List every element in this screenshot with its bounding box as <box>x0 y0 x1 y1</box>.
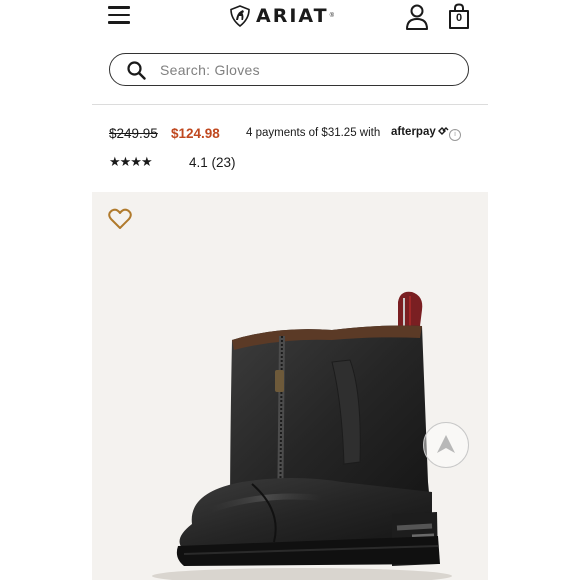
afterpay-label: afterpay <box>391 126 436 138</box>
installment-text: 4 payments of $31.25 with <box>246 127 381 139</box>
search-input[interactable]: Search: Gloves <box>109 53 469 86</box>
afterpay-logo[interactable]: afterpay <box>391 126 449 138</box>
rating-stars-icon: ★★★★ <box>109 154 153 169</box>
brand-name: ARIAT <box>256 5 329 27</box>
wishlist-heart-icon[interactable] <box>108 208 132 230</box>
site-header: ARIAT ® 0 <box>92 0 488 40</box>
bag-count: 0 <box>455 12 463 24</box>
search-placeholder: Search: Gloves <box>160 62 260 78</box>
shopping-bag-button[interactable]: 0 <box>447 3 471 30</box>
afterpay-arrows-icon <box>437 127 449 135</box>
product-page: ARIAT ® 0 Search: Gloves $249.95 $124.98… <box>92 0 488 580</box>
sale-price: $124.98 <box>171 126 220 141</box>
ariat-logo[interactable]: ARIAT ® <box>229 4 334 28</box>
scroll-to-top-button[interactable] <box>423 422 469 468</box>
ariat-horse-shield-icon <box>230 5 250 27</box>
original-price: $249.95 <box>109 126 158 141</box>
price-row: $249.95 $124.98 4 payments of $31.25 wit… <box>109 126 479 144</box>
rating-score-count: 4.1 (23) <box>189 155 236 170</box>
arrow-up-icon <box>437 435 455 453</box>
trademark-icon: ® <box>329 13 335 19</box>
search-icon <box>127 61 146 80</box>
hamburger-menu-icon[interactable] <box>108 6 130 24</box>
account-icon[interactable] <box>405 4 429 30</box>
product-image-area <box>92 192 488 580</box>
divider <box>92 104 488 105</box>
info-icon[interactable]: i <box>449 129 461 141</box>
product-image-boot[interactable] <box>92 192 488 580</box>
